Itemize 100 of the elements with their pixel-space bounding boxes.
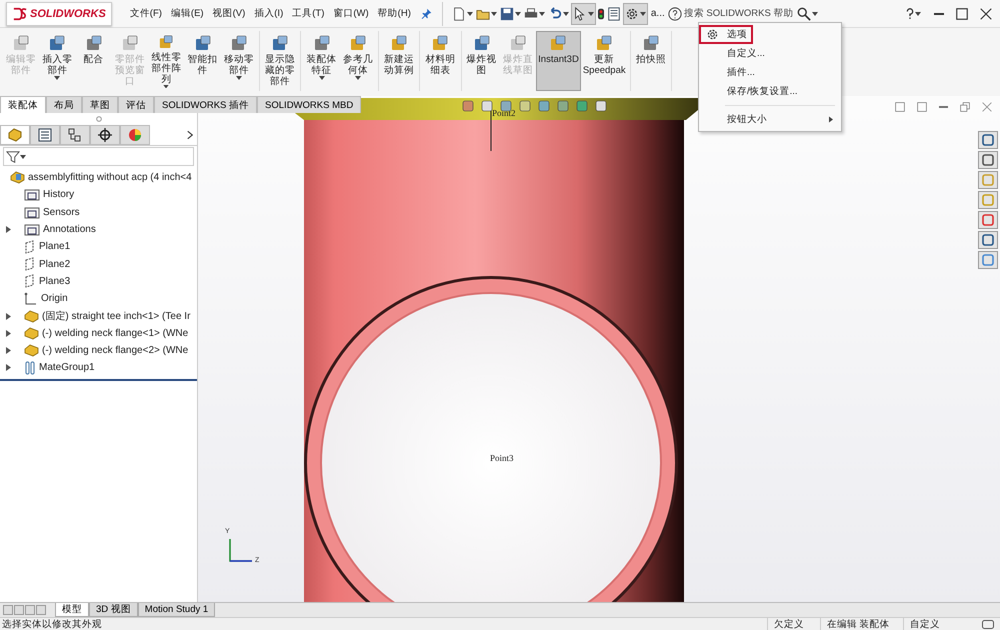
command-tab[interactable]: 装配体 bbox=[0, 96, 46, 113]
task-pane-button[interactable] bbox=[978, 211, 998, 229]
tree-item[interactable]: Origin bbox=[0, 290, 197, 308]
ribbon-button[interactable]: 插入零部件 bbox=[39, 31, 76, 91]
panel-left-icon bbox=[895, 102, 905, 112]
traffic-light-icon bbox=[598, 6, 604, 20]
units-selector[interactable]: 自定义 bbox=[903, 618, 976, 630]
part-icon bbox=[24, 310, 39, 323]
ribbon-button[interactable]: 材料明细表 bbox=[422, 31, 459, 91]
command-tab[interactable]: SOLIDWORKS MBD bbox=[257, 96, 362, 113]
filter-field[interactable] bbox=[3, 147, 194, 166]
options-button[interactable] bbox=[622, 2, 648, 24]
command-tab[interactable]: 评估 bbox=[118, 96, 154, 113]
expand-arrow-icon[interactable] bbox=[6, 347, 11, 354]
tree-item[interactable]: assemblyfitting without acp (4 inch<4 bbox=[0, 169, 197, 186]
ribbon-button[interactable]: 新建运动算例 bbox=[380, 31, 418, 91]
folder-icon bbox=[24, 223, 40, 236]
menu-item[interactable]: 自定义... bbox=[699, 44, 841, 63]
part-icon bbox=[24, 344, 39, 358]
tree-item[interactable]: Plane2 bbox=[0, 255, 197, 273]
ribbon-button[interactable]: 爆炸视图 bbox=[464, 31, 500, 91]
ribbon-button[interactable]: 智能扣件 bbox=[184, 31, 221, 91]
search-icon bbox=[796, 6, 811, 20]
menu-item[interactable]: 编辑(E) bbox=[170, 7, 204, 20]
ribbon-button[interactable]: Instant3D bbox=[536, 31, 581, 91]
chevron-right-icon bbox=[187, 130, 193, 140]
menu-item[interactable]: 选项 bbox=[699, 25, 841, 44]
menu-item[interactable]: 插入(I) bbox=[254, 7, 284, 20]
model-tab[interactable]: Motion Study 1 bbox=[138, 603, 216, 617]
panel-tab[interactable] bbox=[30, 125, 60, 145]
tree-item[interactable]: Plane3 bbox=[0, 272, 197, 290]
task-pane-button[interactable] bbox=[978, 131, 998, 149]
close-icon bbox=[982, 102, 992, 112]
tree-item[interactable]: Sensors bbox=[0, 204, 197, 221]
ribbon-button[interactable]: 拍快照 bbox=[632, 31, 669, 91]
ribbon-button[interactable]: 配合 bbox=[76, 31, 112, 91]
filter-icon bbox=[6, 150, 20, 164]
view-tool-icon[interactable] bbox=[594, 99, 608, 113]
ribbon-button[interactable]: 参考几何体 bbox=[340, 31, 376, 91]
panel-tab[interactable] bbox=[90, 125, 120, 145]
menu-item[interactable]: 按钮大小 bbox=[699, 110, 841, 129]
collapse-handle-icon[interactable] bbox=[96, 116, 102, 122]
ribbon-button[interactable]: 装配体特征 bbox=[303, 31, 340, 91]
command-tab[interactable]: SOLIDWORKS 插件 bbox=[154, 96, 258, 113]
caret-icon bbox=[236, 76, 242, 80]
status-text: 欠定义 bbox=[767, 618, 820, 630]
task-pane-button[interactable] bbox=[978, 231, 998, 249]
status-text: 在编辑 装配体 bbox=[820, 618, 903, 630]
model-tab[interactable]: 3D 视图 bbox=[89, 603, 138, 617]
tree-item[interactable]: (-) welding neck flange<1> (WNe bbox=[0, 324, 197, 342]
tree-item[interactable]: MateGroup1 bbox=[0, 359, 197, 377]
caret-icon bbox=[812, 12, 818, 16]
part-icon bbox=[24, 326, 39, 340]
caret-icon bbox=[562, 12, 569, 16]
expand-arrow-icon[interactable] bbox=[6, 364, 11, 372]
chat-icon bbox=[982, 620, 994, 628]
color-wheel-icon bbox=[128, 128, 142, 142]
settings-icon bbox=[706, 28, 719, 41]
chevron-right-icon bbox=[829, 116, 833, 123]
caret-icon bbox=[640, 12, 646, 16]
command-tab[interactable]: 布局 bbox=[46, 96, 82, 113]
menu-item[interactable]: 工具(T) bbox=[292, 7, 324, 20]
caret-icon bbox=[466, 12, 473, 16]
expand-arrow-icon[interactable] bbox=[6, 226, 11, 234]
view-tool-icon[interactable] bbox=[480, 99, 494, 113]
select-button[interactable] bbox=[570, 2, 596, 24]
tree-item[interactable]: (-) welding neck flange<2> (WNe bbox=[0, 342, 197, 360]
command-tab[interactable]: 草图 bbox=[82, 96, 118, 113]
search-field[interactable]: 搜索 SOLIDWORKS 帮助 bbox=[668, 4, 796, 23]
tree-icon bbox=[7, 128, 23, 142]
panel-tab[interactable] bbox=[60, 125, 90, 145]
task-pane-button[interactable] bbox=[978, 151, 998, 169]
expand-arrow-icon[interactable] bbox=[6, 312, 11, 320]
plane-icon bbox=[24, 274, 36, 288]
view-tool-icon[interactable] bbox=[461, 99, 475, 113]
task-pane-button[interactable] bbox=[978, 251, 998, 269]
ribbon-button[interactable]: 移动零部件 bbox=[220, 31, 258, 91]
menu-item[interactable]: 插件... bbox=[699, 63, 841, 82]
ribbon-button[interactable]: 线性零部件阵列 bbox=[148, 31, 184, 91]
expand-arrow-icon[interactable] bbox=[6, 330, 11, 337]
ribbon-button[interactable]: 显示隐藏的零部件 bbox=[262, 31, 298, 91]
menu-item[interactable]: 文件(F) bbox=[130, 7, 162, 20]
tree-item[interactable]: History bbox=[0, 186, 197, 204]
menu-item[interactable]: 保存/恢复设置... bbox=[699, 82, 841, 101]
tree-item[interactable]: (固定) straight tee inch<1> (Tee Ir bbox=[0, 307, 197, 325]
overflow-text[interactable]: a... bbox=[650, 8, 665, 19]
menu-item[interactable]: 窗口(W) bbox=[333, 7, 369, 20]
ribbon-button[interactable]: 更新Speedpak bbox=[580, 31, 628, 91]
floppy-icon bbox=[500, 6, 514, 20]
minimize-icon bbox=[934, 12, 944, 14]
menu-item[interactable]: 帮助(H) bbox=[378, 7, 411, 20]
view-tool-icon[interactable] bbox=[556, 99, 570, 113]
view-tool-icon[interactable] bbox=[518, 99, 532, 113]
tree-item[interactable]: Annotations bbox=[0, 220, 197, 238]
model-tab[interactable]: 模型 bbox=[55, 603, 89, 617]
tree-item[interactable]: Plane1 bbox=[0, 238, 197, 256]
menu-item[interactable]: 视图(V) bbox=[212, 7, 246, 20]
caret-icon bbox=[538, 12, 545, 16]
view-tool-icon[interactable] bbox=[537, 99, 551, 113]
caret-icon bbox=[490, 12, 497, 16]
